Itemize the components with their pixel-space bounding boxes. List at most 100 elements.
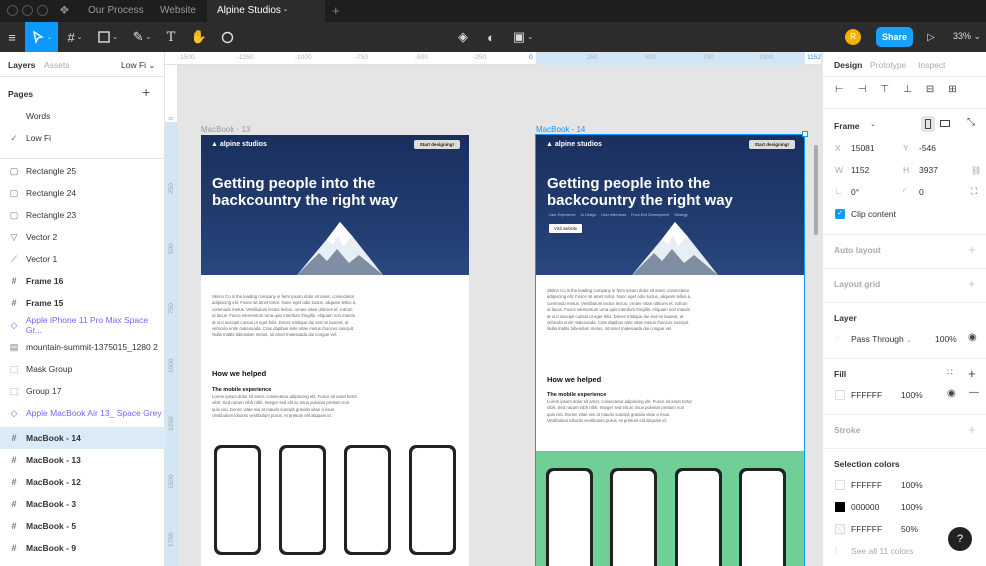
tab-assets[interactable]: Assets xyxy=(44,60,70,70)
figma-logo-icon[interactable]: ❖ xyxy=(59,3,70,17)
layer-item[interactable]: ▢ Rectangle 25 xyxy=(0,160,165,182)
color-swatch[interactable] xyxy=(835,480,845,490)
alignment-icons[interactable]: ⊢⊣⊤⊥⊟⊞ xyxy=(835,84,971,95)
layer-item-selected[interactable]: # MacBook - 14 xyxy=(0,427,165,449)
chevron-down-icon[interactable]: ⌄ xyxy=(870,120,876,128)
constrain-proportions-icon[interactable]: ⛓ xyxy=(971,166,981,175)
add-stroke-icon[interactable]: + xyxy=(968,423,976,436)
styles-icon[interactable]: ∷ xyxy=(947,367,953,378)
checkmark-icon: ✓ xyxy=(10,132,18,143)
see-all-colors-link[interactable]: See all 11 colors xyxy=(851,546,913,556)
frame-macbook-14[interactable]: ▲ alpine studios Start designing! Gettin… xyxy=(535,134,805,566)
h-field[interactable]: 3937 xyxy=(919,165,938,175)
share-button[interactable]: Share xyxy=(876,27,913,47)
layer-item[interactable]: # MacBook - 13 xyxy=(0,449,165,471)
layer-item[interactable]: ⬚ Group 17 xyxy=(0,380,165,402)
present-icon[interactable]: ▷ xyxy=(924,22,938,52)
zoom-dropdown[interactable]: 33% ⌄ xyxy=(953,31,981,42)
portrait-icon[interactable] xyxy=(921,116,935,132)
layer-item[interactable]: # MacBook - 3 xyxy=(0,493,165,515)
text-tool-icon[interactable]: T xyxy=(160,22,182,52)
tab-alpine-studios[interactable]: Alpine Studios - Website× xyxy=(207,0,325,38)
move-tool-icon[interactable]: ⌄ xyxy=(25,22,58,52)
comment-tool-icon[interactable] xyxy=(216,22,238,52)
help-button[interactable]: ? xyxy=(948,527,972,551)
mask-icon[interactable]: ◐ xyxy=(480,22,502,52)
tab-design[interactable]: Design xyxy=(834,60,862,70)
frame-label-selected[interactable]: MacBook - 14 xyxy=(536,125,585,134)
layer-item[interactable]: # MacBook - 9 xyxy=(0,537,165,559)
minimize-window-icon[interactable] xyxy=(22,5,33,16)
color-swatch[interactable] xyxy=(835,524,845,534)
tab-layers[interactable]: Layers xyxy=(8,60,35,70)
main-menu-icon[interactable]: ≡ xyxy=(0,22,24,52)
clip-content-checkbox[interactable]: ✓ xyxy=(835,209,845,219)
hero-title: Getting people into the backcountry the … xyxy=(547,175,733,209)
layer-item[interactable]: # MacBook - 5 xyxy=(0,515,165,537)
hand-tool-icon[interactable]: ✋ xyxy=(188,22,210,52)
add-page-icon[interactable]: + xyxy=(142,84,150,100)
layer-item[interactable]: ▢ Rectangle 23 xyxy=(0,204,165,226)
layer-item[interactable]: ▽ Vector 2 xyxy=(0,226,165,248)
layer-item[interactable]: ▢ Rectangle 24 xyxy=(0,182,165,204)
pen-tool-icon[interactable]: ✎ ⌄ xyxy=(127,22,157,52)
y-field[interactable]: -546 xyxy=(919,143,936,153)
color-hex[interactable]: FFFFFF xyxy=(851,524,882,534)
frame-label[interactable]: MacBook - 13 xyxy=(201,125,250,134)
layer-item[interactable]: ▤ mountain-summit-1375015_1280 2 xyxy=(0,336,165,358)
independent-corners-icon[interactable]: ⛶ xyxy=(971,186,977,197)
x-field[interactable]: 15081 xyxy=(851,143,875,153)
layer-opacity-field[interactable]: 100% xyxy=(935,334,957,344)
phone-screen xyxy=(613,471,654,566)
color-hex[interactable]: FFFFFF xyxy=(851,480,882,490)
tab-inspect[interactable]: Inspect xyxy=(918,60,945,70)
color-opacity[interactable]: 50% xyxy=(901,524,918,534)
layer-item[interactable]: # Frame 15 xyxy=(0,292,165,314)
new-tab-icon[interactable]: + xyxy=(332,3,340,18)
close-window-icon[interactable] xyxy=(7,5,18,16)
landscape-icon[interactable] xyxy=(940,120,950,127)
frame-tool-icon[interactable]: # ⌄ xyxy=(60,22,90,52)
scrollbar[interactable] xyxy=(814,145,818,235)
layer-item[interactable]: ⬚ Mask Group xyxy=(0,358,165,380)
resize-to-fit-icon[interactable]: ⤡ xyxy=(967,117,975,128)
blend-mode-dropdown[interactable]: Pass Through ⌄ xyxy=(851,334,912,344)
boolean-icon[interactable]: ▣ ⌄ xyxy=(508,22,538,52)
page-item[interactable]: Words xyxy=(0,105,165,127)
color-hex[interactable]: 000000 xyxy=(851,502,879,512)
tab-prototype[interactable]: Prototype xyxy=(870,60,906,70)
layer-item[interactable]: ⟋ Vector 1 xyxy=(0,248,165,270)
rotation-field[interactable]: 0° xyxy=(851,187,859,197)
shape-tool-icon[interactable]: ⌄ xyxy=(93,22,123,52)
add-layout-grid-icon[interactable]: + xyxy=(968,277,976,290)
remove-fill-icon[interactable]: — xyxy=(969,387,979,398)
fill-hex-field[interactable]: FFFFFF xyxy=(851,390,882,400)
canvas[interactable]: -1500 -1250 -1000 -750 -500 -250 0 250 5… xyxy=(165,52,821,566)
radius-field[interactable]: 0 xyxy=(919,187,924,197)
frame-title[interactable]: Frame xyxy=(834,121,860,131)
resize-handle[interactable] xyxy=(802,131,808,137)
maximize-window-icon[interactable] xyxy=(37,5,48,16)
color-opacity[interactable]: 100% xyxy=(901,480,923,490)
fill-opacity-field[interactable]: 100% xyxy=(901,390,923,400)
fill-swatch[interactable] xyxy=(835,390,845,400)
add-auto-layout-icon[interactable]: + xyxy=(968,243,976,256)
component-icon[interactable]: ◈ xyxy=(452,22,474,52)
page-item[interactable]: ✓ Low Fi xyxy=(0,127,165,149)
frame-macbook-13[interactable]: ▲ alpine studios Start designing! Gettin… xyxy=(201,135,469,566)
layer-title: Layer xyxy=(834,313,857,323)
avatar[interactable]: R xyxy=(845,29,861,45)
add-fill-icon[interactable]: + xyxy=(968,367,976,380)
layer-item[interactable]: ◇ Apple iPhone 11 Pro Max Space Gr... xyxy=(0,314,165,336)
tab-website[interactable]: Website xyxy=(150,0,206,22)
layer-item[interactable]: ◇ Apple MacBook Air 13_ Space Grey xyxy=(0,402,165,424)
layer-item[interactable]: # Frame 16 xyxy=(0,270,165,292)
color-swatch[interactable] xyxy=(835,502,845,512)
page-select-dropdown[interactable]: Low Fi ⌄ xyxy=(121,60,156,71)
layer-item[interactable]: # MacBook - 12 xyxy=(0,471,165,493)
color-opacity[interactable]: 100% xyxy=(901,502,923,512)
tab-our-process[interactable]: Our Process xyxy=(78,0,154,22)
w-field[interactable]: 1152 xyxy=(851,165,869,175)
eye-icon[interactable]: ◉ xyxy=(947,388,956,399)
eye-icon[interactable]: ◉ xyxy=(968,332,977,343)
